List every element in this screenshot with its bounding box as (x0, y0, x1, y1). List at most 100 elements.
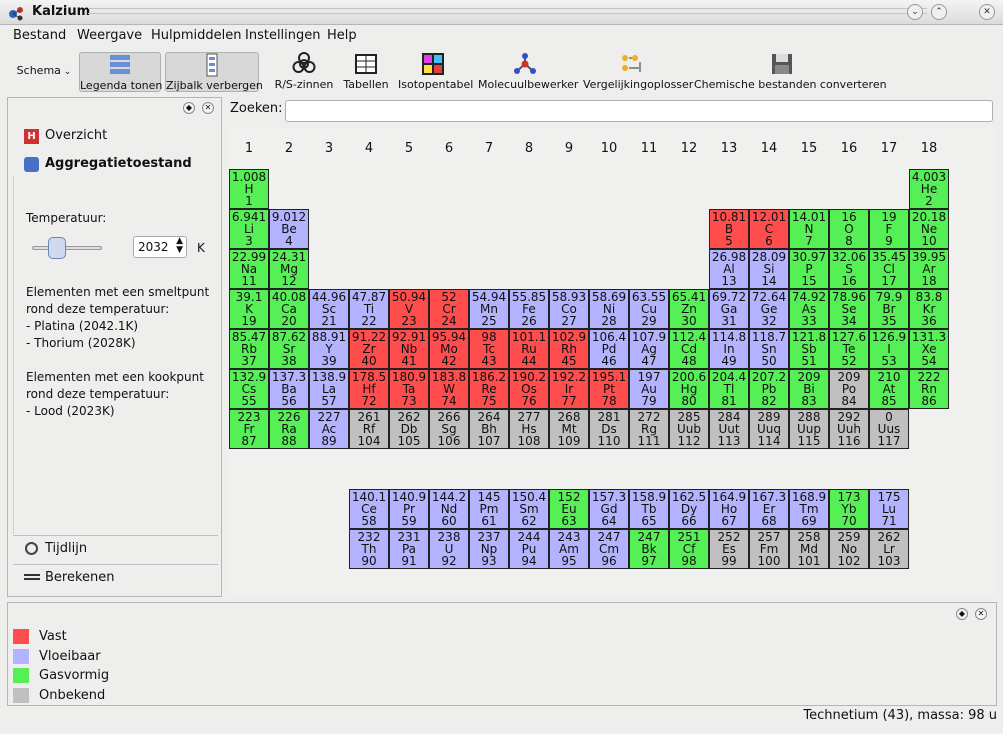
element-ba[interactable]: 137.3 Ba 56 (269, 369, 309, 409)
element-uuq[interactable]: 289 Uuq 114 (749, 409, 789, 449)
element-hg[interactable]: 200.6 Hg 80 (669, 369, 709, 409)
element-in[interactable]: 114.8 In 49 (709, 329, 749, 369)
element-ga[interactable]: 69.72 Ga 31 (709, 289, 749, 329)
element-ti[interactable]: 47.87 Ti 22 (349, 289, 389, 329)
element-tm[interactable]: 168.9 Tm 69 (789, 489, 829, 529)
element-ru[interactable]: 101.1 Ru 44 (509, 329, 549, 369)
element-er[interactable]: 167.3 Er 68 (749, 489, 789, 529)
dock-float-button[interactable]: ◆ (183, 102, 195, 114)
element-kr[interactable]: 83.8 Kr 36 (909, 289, 949, 329)
element-bh[interactable]: 264 Bh 107 (469, 409, 509, 449)
element-al[interactable]: 26.98 Al 13 (709, 249, 749, 289)
tab-tijdlijn[interactable]: Tijdlijn (13, 535, 218, 561)
menu-hulpmiddelen[interactable]: Hulpmiddelen (151, 28, 242, 43)
element-tc[interactable]: 98 Tc 43 (469, 329, 509, 369)
element-cr[interactable]: 52 Cr 24 (429, 289, 469, 329)
element-ho[interactable]: 164.9 Ho 67 (709, 489, 749, 529)
maximize-window-button[interactable]: ⌃ (931, 4, 947, 20)
element-rf[interactable]: 261 Rf 104 (349, 409, 389, 449)
element-bk[interactable]: 247 Bk 97 (629, 529, 669, 569)
element-uut[interactable]: 284 Uut 113 (709, 409, 749, 449)
element-fm[interactable]: 257 Fm 100 (749, 529, 789, 569)
element-au[interactable]: 197 Au 79 (629, 369, 669, 409)
element-be[interactable]: 9.012 Be 4 (269, 209, 309, 249)
element-v[interactable]: 50.94 V 23 (389, 289, 429, 329)
element-b[interactable]: 10.81 B 5 (709, 209, 749, 249)
element-pd[interactable]: 106.4 Pd 46 (589, 329, 629, 369)
element-uus[interactable]: 0 Uus 117 (869, 409, 909, 449)
element-sb[interactable]: 121.8 Sb 51 (789, 329, 829, 369)
element-lu[interactable]: 175 Lu 71 (869, 489, 909, 529)
element-ge[interactable]: 72.64 Ge 32 (749, 289, 789, 329)
element-eu[interactable]: 152 Eu 63 (549, 489, 589, 529)
element-pm[interactable]: 145 Pm 61 (469, 489, 509, 529)
element-pa[interactable]: 231 Pa 91 (389, 529, 429, 569)
element-c[interactable]: 12.01 C 6 (749, 209, 789, 249)
element-zr[interactable]: 91.22 Zr 40 (349, 329, 389, 369)
element-w[interactable]: 183.8 W 74 (429, 369, 469, 409)
element-ra[interactable]: 226 Ra 88 (269, 409, 309, 449)
element-as[interactable]: 74.92 As 33 (789, 289, 829, 329)
element-na[interactable]: 22.99 Na 11 (229, 249, 269, 289)
element-la[interactable]: 138.9 La 57 (309, 369, 349, 409)
element-gd[interactable]: 157.3 Gd 64 (589, 489, 629, 529)
convert-files-button[interactable]: Chemische bestanden converteren (694, 52, 887, 92)
element-ds[interactable]: 281 Ds 110 (589, 409, 629, 449)
element-br[interactable]: 79.9 Br 35 (869, 289, 909, 329)
element-n[interactable]: 14.01 N 7 (789, 209, 829, 249)
element-rg[interactable]: 272 Rg 111 (629, 409, 669, 449)
element-fe[interactable]: 55.85 Fe 26 (509, 289, 549, 329)
dock-close-button[interactable]: ✕ (202, 102, 214, 114)
element-sc[interactable]: 44.96 Sc 21 (309, 289, 349, 329)
search-input[interactable] (285, 100, 993, 122)
element-pt[interactable]: 195.1 Pt 78 (589, 369, 629, 409)
element-ar[interactable]: 39.95 Ar 18 (909, 249, 949, 289)
element-se[interactable]: 78.96 Se 34 (829, 289, 869, 329)
element-mn[interactable]: 54.94 Mn 25 (469, 289, 509, 329)
element-lr[interactable]: 262 Lr 103 (869, 529, 909, 569)
minimize-window-button[interactable]: ⌄ (907, 4, 923, 20)
element-sg[interactable]: 266 Sg 106 (429, 409, 469, 449)
legend-float-button[interactable]: ◆ (956, 608, 968, 620)
rs-phrases-button[interactable]: R/S-zinnen (274, 52, 334, 92)
element-dy[interactable]: 162.5 Dy 66 (669, 489, 709, 529)
spin-arrows-icon[interactable]: ▲ ▼ (176, 237, 183, 255)
sidebar-toggle-button[interactable]: Zijbalk verbergen (165, 52, 263, 92)
element-te[interactable]: 127.6 Te 52 (829, 329, 869, 369)
legend-close-button[interactable]: ✕ (975, 608, 987, 620)
equation-solver-button[interactable]: Vergelijkingoplosser (583, 52, 693, 92)
element-th[interactable]: 232 Th 90 (349, 529, 389, 569)
element-tb[interactable]: 158.9 Tb 65 (629, 489, 669, 529)
element-rn[interactable]: 222 Rn 86 (909, 369, 949, 409)
element-xe[interactable]: 131.3 Xe 54 (909, 329, 949, 369)
element-sr[interactable]: 87.62 Sr 38 (269, 329, 309, 369)
element-si[interactable]: 28.09 Si 14 (749, 249, 789, 289)
element-np[interactable]: 237 Np 93 (469, 529, 509, 569)
element-nb[interactable]: 92.91 Nb 41 (389, 329, 429, 369)
element-p[interactable]: 30.97 P 15 (789, 249, 829, 289)
element-co[interactable]: 58.93 Co 27 (549, 289, 589, 329)
element-o[interactable]: 16 O 8 (829, 209, 869, 249)
molecule-editor-button[interactable]: Molecuulbewerker (478, 52, 578, 92)
element-cd[interactable]: 112.4 Cd 48 (669, 329, 709, 369)
element-es[interactable]: 252 Es 99 (709, 529, 749, 569)
element-tl[interactable]: 204.4 Tl 81 (709, 369, 749, 409)
tab-aggregatietoestand[interactable]: Aggregatietoestand (13, 151, 218, 177)
element-bi[interactable]: 209 Bi 83 (789, 369, 829, 409)
element-mt[interactable]: 268 Mt 109 (549, 409, 589, 449)
element-am[interactable]: 243 Am 95 (549, 529, 589, 569)
menu-weergave[interactable]: Weergave (77, 28, 142, 43)
element-uub[interactable]: 285 Uub 112 (669, 409, 709, 449)
element-yb[interactable]: 173 Yb 70 (829, 489, 869, 529)
element-rb[interactable]: 85.47 Rb 37 (229, 329, 269, 369)
element-sn[interactable]: 118.7 Sn 50 (749, 329, 789, 369)
element-ni[interactable]: 58.69 Ni 28 (589, 289, 629, 329)
element-cu[interactable]: 63.55 Cu 29 (629, 289, 669, 329)
element-rh[interactable]: 102.9 Rh 45 (549, 329, 589, 369)
element-mg[interactable]: 24.31 Mg 12 (269, 249, 309, 289)
element-cl[interactable]: 35.45 Cl 17 (869, 249, 909, 289)
element-s[interactable]: 32.06 S 16 (829, 249, 869, 289)
element-ca[interactable]: 40.08 Ca 20 (269, 289, 309, 329)
menu-bestand[interactable]: Bestand (13, 28, 66, 43)
element-sm[interactable]: 150.4 Sm 62 (509, 489, 549, 529)
